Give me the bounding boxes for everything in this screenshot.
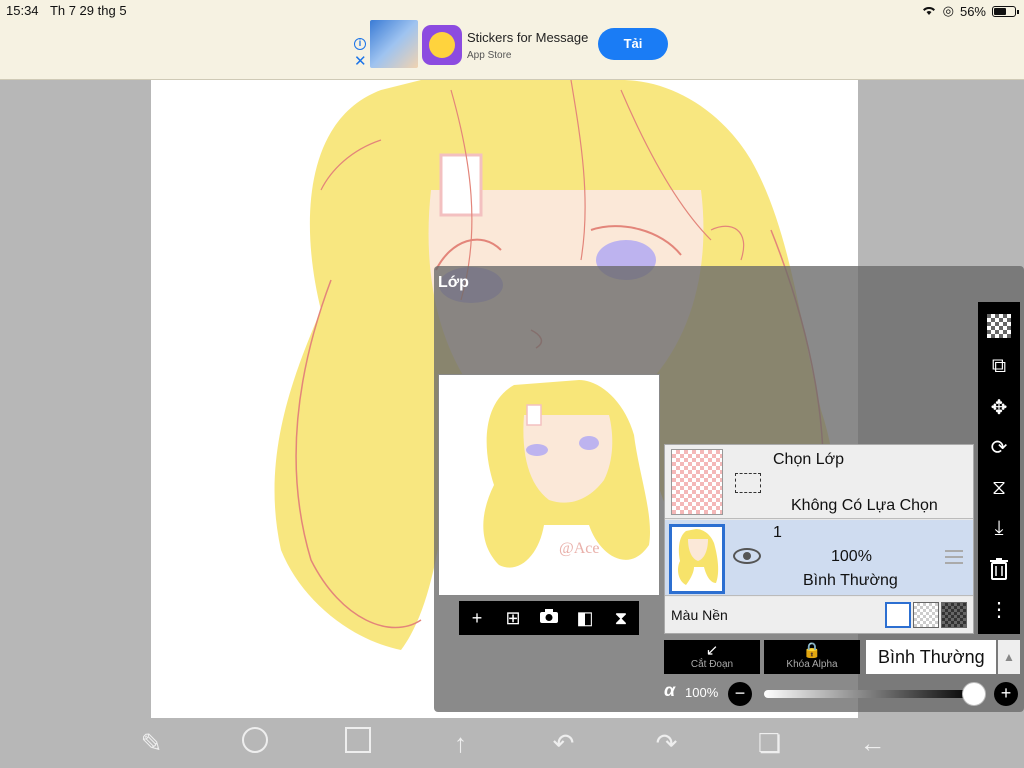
background-white-swatch[interactable] [885, 602, 911, 628]
battery-percent: 56% [959, 3, 986, 19]
selection-layer-title: Chọn Lớp [773, 451, 844, 468]
wifi-icon [921, 4, 937, 19]
canvas-preview[interactable]: @Ace [438, 374, 660, 596]
opacity-slider-knob[interactable] [962, 682, 986, 706]
chevron-up-icon[interactable]: ▲ [998, 640, 1020, 674]
layers-list: Chọn Lớp Không Có Lựa Chọn 1 100% Bình T… [664, 444, 974, 634]
eye-icon[interactable] [733, 548, 761, 564]
square-tool-icon[interactable] [338, 726, 378, 760]
undo-icon[interactable]: ↶ [544, 728, 584, 759]
transform-icon[interactable]: ⧉ [985, 353, 1013, 381]
flip-rotate-icon[interactable]: ⧖ [985, 474, 1013, 502]
status-right: ◎ 56% [921, 3, 1019, 19]
side-toolbar: ⧉ ✥ ⟳ ⧖ ⤓ ⋮ [978, 302, 1020, 634]
alpha-lock-button[interactable]: 🔒 Khóa Alpha [764, 640, 860, 674]
trash-icon[interactable] [985, 555, 1013, 583]
layer-thumbnail [669, 524, 725, 594]
circle-tool-icon[interactable] [235, 726, 275, 760]
bottom-toolbar: ✎ ↑ ↶ ↷ ❏ ← [0, 718, 1024, 768]
move-icon[interactable]: ✥ [985, 393, 1013, 421]
selection-layer-row[interactable]: Chọn Lớp Không Có Lựa Chọn [665, 445, 973, 519]
background-transparent-swatch[interactable] [913, 602, 939, 628]
ad-image [370, 20, 418, 68]
alpha-lock-label: Khóa Alpha [786, 659, 838, 670]
flip-horizontal-icon[interactable]: ◧ [572, 608, 598, 629]
ad-title: Stickers for Message [467, 30, 589, 45]
increase-opacity-button[interactable]: + [994, 682, 1018, 706]
background-label: Màu Nền [671, 607, 728, 623]
ad-app-icon [422, 25, 462, 65]
alpha-symbol: α [664, 680, 676, 700]
ad-banner[interactable]: i ✕ Stickers for Message App Store Tải [350, 18, 672, 70]
drag-handle-icon[interactable] [945, 550, 963, 564]
lock-icon: 🔒 [802, 642, 822, 659]
info-icon[interactable]: i [354, 38, 366, 50]
add-layer-icon[interactable]: ⊞ [500, 608, 526, 629]
selection-layer-subtitle: Không Có Lựa Chọn [791, 497, 938, 514]
layer-blend-mode: Bình Thường [803, 572, 898, 589]
blend-mode-select[interactable]: Bình Thường [866, 640, 996, 674]
decrease-opacity-button[interactable]: − [728, 682, 752, 706]
arrow-up-icon[interactable]: ↑ [441, 728, 481, 759]
alpha-value: 100% [685, 685, 719, 700]
top-bar: 15:34 Th 7 29 thg 5 ◎ 56% i ✕ Stickers f… [0, 0, 1024, 80]
preview-watermark: @Ace [559, 540, 600, 557]
panel-title: Lớp [438, 274, 469, 291]
camera-icon[interactable] [536, 608, 562, 629]
rotate-flip-icon[interactable]: ⟳ [985, 434, 1013, 462]
clipping-button[interactable]: ↙ Cắt Đoạn [664, 640, 760, 674]
ad-get-button[interactable]: Tải [598, 28, 668, 60]
battery-icon [992, 5, 1019, 17]
flip-vertical-icon[interactable]: ⧗ [608, 608, 634, 629]
checker-icon[interactable] [985, 312, 1013, 340]
status-date: Th 7 29 thg 5 [49, 3, 127, 18]
redo-icon[interactable]: ↷ [647, 728, 687, 759]
layer-opacity: 100% [831, 548, 872, 565]
clip-icon: ↙ [705, 642, 719, 659]
selection-thumbnail [671, 449, 723, 515]
back-arrow-icon[interactable]: ← [853, 728, 893, 759]
rotation-lock-icon: ◎ [942, 3, 954, 18]
plus-icon[interactable]: + [464, 608, 490, 629]
more-icon[interactable]: ⋮ [985, 596, 1013, 624]
layers-icon[interactable]: ❏ [750, 728, 790, 759]
layer-row[interactable]: 1 100% Bình Thường [665, 520, 973, 596]
clipping-label: Cắt Đoạn [690, 659, 734, 670]
status-left: 15:34 Th 7 29 thg 5 [6, 3, 135, 18]
brush-settings-icon[interactable]: ✎ [132, 728, 172, 759]
layer-name: 1 [773, 524, 782, 541]
ad-subtitle: App Store [467, 50, 512, 61]
opacity-slider[interactable] [764, 690, 974, 698]
background-row: Màu Nền [665, 597, 973, 633]
layer-panel: Lớp @Ace + ⊞ ◧ ⧗ ⧉ ✥ ⟳ ⧖ ⤓ ⋮ Chọn Lớp Kh… [434, 266, 1024, 712]
selection-icon [735, 473, 761, 493]
background-dark-swatch[interactable] [941, 602, 967, 628]
status-time: 15:34 [6, 3, 39, 18]
preview-toolbar: + ⊞ ◧ ⧗ [459, 601, 639, 635]
preview-artwork: @Ace [483, 380, 651, 568]
merge-down-icon[interactable]: ⤓ [985, 515, 1013, 543]
close-icon[interactable]: ✕ [354, 52, 367, 70]
